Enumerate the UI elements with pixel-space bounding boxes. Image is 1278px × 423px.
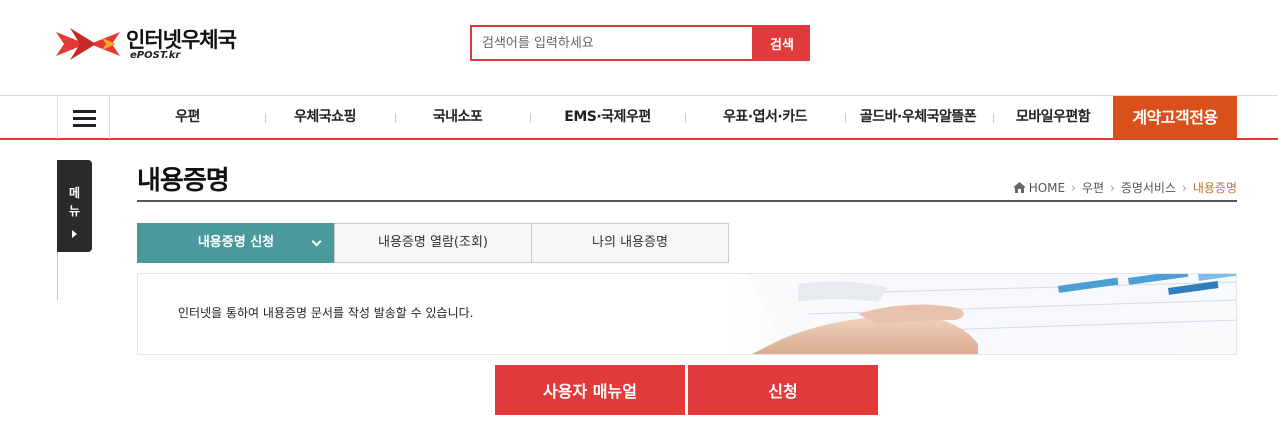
search-bar: 검색 <box>470 25 810 61</box>
home-icon <box>1012 182 1026 193</box>
side-menu-char: 메 <box>68 186 81 200</box>
breadcrumb-mail[interactable]: 우편 <box>1082 181 1104 195</box>
breadcrumb-certification[interactable]: 증명서비스 <box>1121 181 1176 195</box>
tab-apply[interactable]: 내용증명 신청 <box>137 223 335 263</box>
page-title: 내용증명 <box>137 166 230 196</box>
info-banner: 인터넷을 통하여 내용증명 문서를 작성 발송할 수 있습니다. <box>137 273 1237 355</box>
banner-text: 인터넷을 통하여 내용증명 문서를 작성 발송할 수 있습니다. <box>178 306 474 320</box>
document-hand-image <box>728 274 1236 354</box>
nav-item-mail[interactable]: 우편 <box>130 96 245 139</box>
nav-item-shopping[interactable]: 우체국쇼핑 <box>270 96 380 139</box>
title-divider <box>137 200 1237 202</box>
user-manual-button[interactable]: 사용자 매뉴얼 <box>495 365 685 415</box>
tab-my-certified[interactable]: 나의 내용증명 <box>531 223 729 263</box>
nav-item-ems[interactable]: EMS·국제우편 <box>535 96 680 139</box>
tab-view[interactable]: 내용증명 열람(조회) <box>334 223 532 263</box>
nav-item-parcel[interactable]: 국내소포 <box>400 96 515 139</box>
nav-item-corporate[interactable]: 계약고객전용 <box>1113 96 1237 139</box>
tab-apply-label: 내용증명 신청 <box>197 235 275 250</box>
breadcrumb-current: 내용증명 <box>1192 181 1237 195</box>
breadcrumb: HOME › 우편 › 증명서비스 › 내용증명 <box>1012 179 1237 196</box>
hamburger-menu-icon[interactable] <box>57 96 110 139</box>
breadcrumb-home[interactable]: HOME <box>1029 181 1065 195</box>
nav-item-mobile-mailbox[interactable]: 모바일우편함 <box>998 96 1108 139</box>
search-button[interactable]: 검색 <box>754 25 810 61</box>
chevron-down-icon <box>311 236 322 247</box>
nav-item-goldbar[interactable]: 골드바·우체국알뜰폰 <box>848 96 988 139</box>
search-input[interactable] <box>470 25 754 61</box>
nav-item-stamps[interactable]: 우표·엽서·카드 <box>690 96 840 139</box>
side-menu-char: 뉴 <box>68 204 81 218</box>
epost-logo[interactable]: 인터넷우체국 ePOST.kr <box>56 24 256 64</box>
arrow-right-icon <box>72 230 77 238</box>
epost-logo-icon <box>56 28 120 60</box>
apply-button[interactable]: 신청 <box>688 365 878 415</box>
main-nav: 우편 우체국쇼핑 국내소포 EMS·국제우편 우표·엽서·카드 골드바·우체국알… <box>0 95 1278 140</box>
site-header: 인터넷우체국 ePOST.kr 검색 <box>0 0 1278 95</box>
side-menu-tab[interactable]: 메 뉴 <box>57 160 92 252</box>
logo-subtitle: ePOST.kr <box>130 50 181 61</box>
